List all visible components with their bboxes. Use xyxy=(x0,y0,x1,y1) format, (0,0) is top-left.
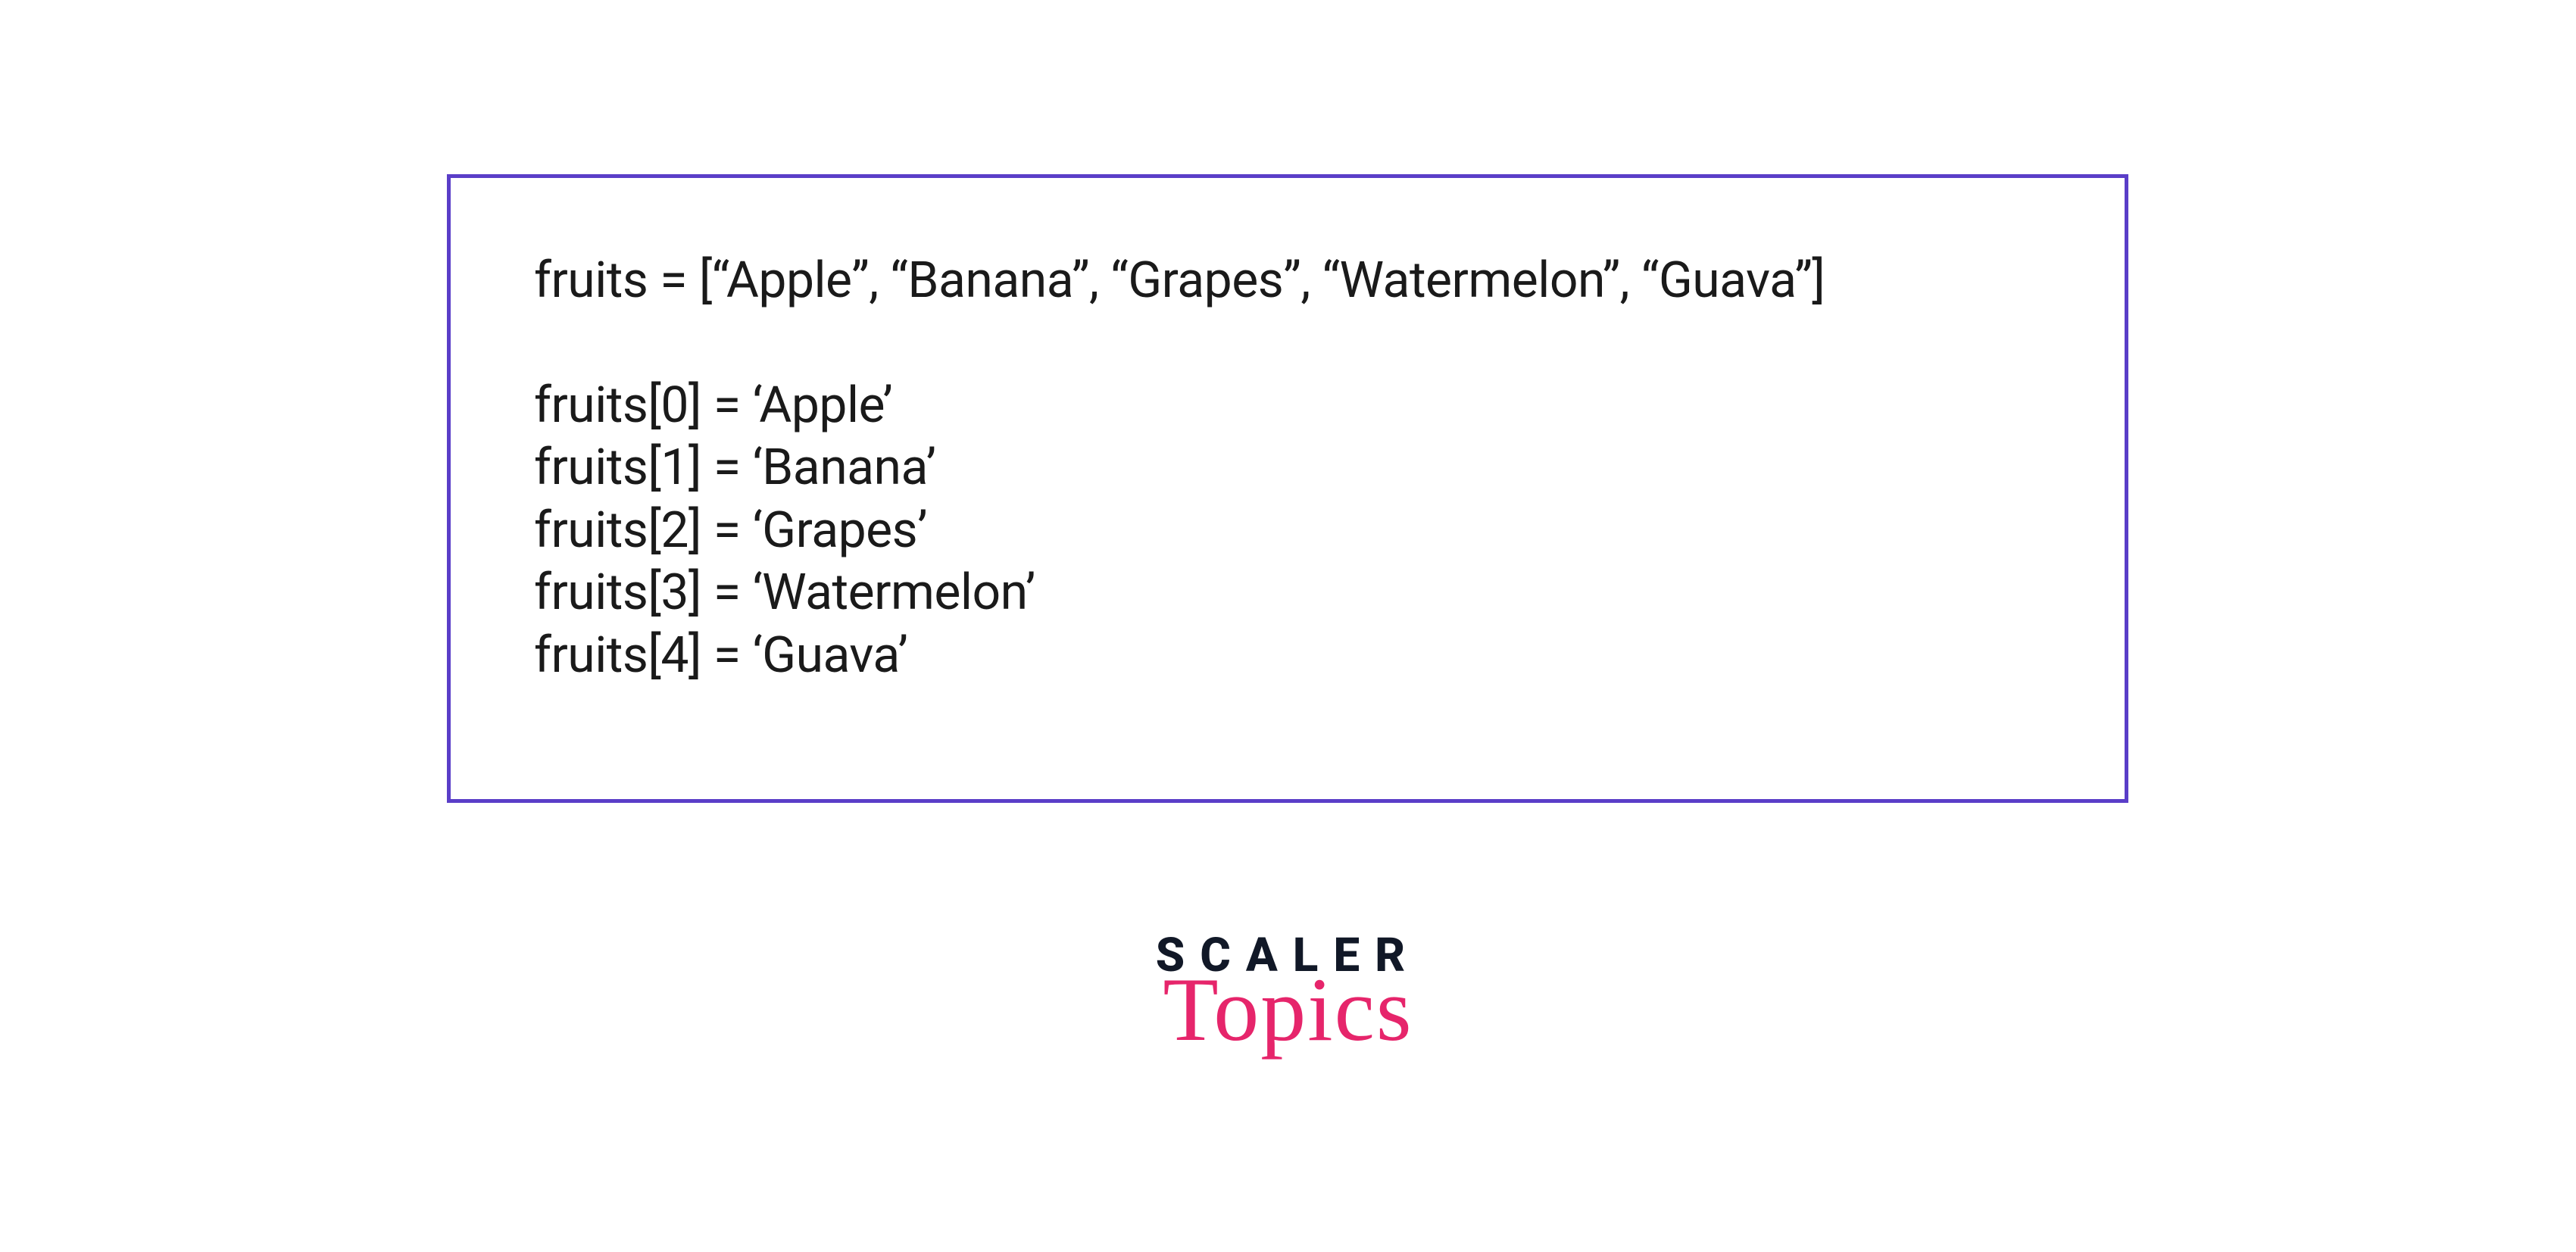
code-line-3: fruits[3] = ‘Watermelon’ xyxy=(534,562,2041,625)
code-line-0: fruits[0] = ‘Apple’ xyxy=(534,375,2041,438)
code-box: fruits = [“Apple”, “Banana”, “Grapes”, “… xyxy=(447,174,2128,803)
code-line-2: fruits[2] = ‘Grapes’ xyxy=(534,500,2041,563)
brand-logo: SCALER Topics xyxy=(1156,928,1420,1055)
brand-name-bottom: Topics xyxy=(1156,964,1420,1055)
code-line-1: fruits[1] = ‘Banana’ xyxy=(534,437,2041,500)
code-declaration: fruits = [“Apple”, “Banana”, “Grapes”, “… xyxy=(534,250,2041,313)
code-gap xyxy=(534,313,2041,375)
code-line-4: fruits[4] = ‘Guava’ xyxy=(534,625,2041,688)
page-wrap: fruits = [“Apple”, “Banana”, “Grapes”, “… xyxy=(0,0,2576,1252)
